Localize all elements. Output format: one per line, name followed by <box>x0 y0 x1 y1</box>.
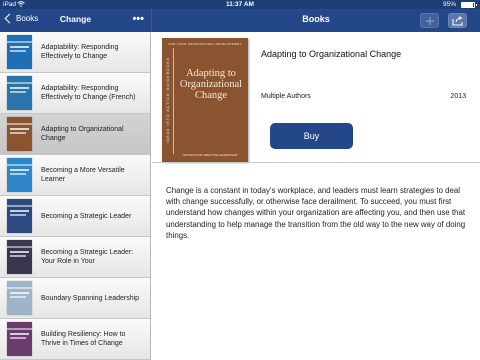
book-author: Multiple Authors <box>261 93 311 100</box>
list-item[interactable]: Building Resiliency: How to Thrive in Ti… <box>0 319 150 360</box>
list-item[interactable]: Boundary Spanning Leadership <box>0 278 150 319</box>
book-thumbnail <box>7 76 32 110</box>
battery-percent: 95% <box>442 1 456 8</box>
book-detail: FOR YOUR PROFESSIONAL DEVELOPMENT IDEAS … <box>152 32 480 360</box>
list-item[interactable]: Becoming a More Versatile Learner <box>0 155 150 196</box>
list-item-label: Adapting to Organizational Change <box>41 126 124 142</box>
cover-subtitle: CENTER FOR CREATIVE LEADERSHIP <box>182 153 238 157</box>
book-title: Adapting to Organizational Change <box>261 49 402 59</box>
list-item-label: Adaptability: Responding Effectively to … <box>41 85 136 101</box>
book-thumbnail <box>7 240 32 274</box>
detail-nav-bar: Books <box>151 9 480 32</box>
book-list: Adaptability: Responding Effectively to … <box>0 32 151 360</box>
list-item-label: Becoming a More Versatile Learner <box>41 167 125 183</box>
list-item-label: Becoming a Strategic Leader: Your Role i… <box>41 249 134 265</box>
list-item-label: Building Resiliency: How to Thrive in Ti… <box>41 331 126 347</box>
cover-title: Adapting to Organizational Change <box>179 68 243 101</box>
list-item-selected[interactable]: Adapting to Organizational Change <box>0 114 150 155</box>
list-item-label: Adaptability: Responding Effectively to … <box>41 44 119 60</box>
book-thumbnail <box>7 117 32 151</box>
book-thumbnail <box>7 281 32 315</box>
list-item[interactable]: Adaptability: Responding Effectively to … <box>0 73 150 114</box>
book-thumbnail <box>7 199 32 233</box>
status-bar: iPad 11:37 AM 95% <box>0 0 480 9</box>
list-item-label: Becoming a Strategic Leader <box>41 212 132 220</box>
book-year: 2013 <box>450 93 466 100</box>
list-title: Change <box>59 14 92 24</box>
share-button[interactable] <box>448 13 467 28</box>
buy-button[interactable]: Buy <box>270 123 353 149</box>
add-button[interactable] <box>420 13 439 28</box>
clock: 11:37 AM <box>226 1 254 8</box>
more-button[interactable]: ••• <box>132 13 144 25</box>
list-item[interactable]: Becoming a Strategic Leader: Your Role i… <box>0 237 150 278</box>
list-nav-bar: Books Change ••• <box>0 9 151 32</box>
list-item[interactable]: Adaptability: Responding Effectively to … <box>0 32 150 73</box>
book-thumbnail <box>7 35 32 69</box>
battery-icon <box>461 2 477 8</box>
list-item-label: Boundary Spanning Leadership <box>41 294 140 302</box>
divider <box>152 162 480 163</box>
plus-icon <box>426 17 434 25</box>
cover-top-line: FOR YOUR PROFESSIONAL DEVELOPMENT <box>168 42 242 46</box>
book-thumbnail <box>7 158 32 192</box>
book-description: Change is a constant in today's workplac… <box>166 186 466 240</box>
cover-spine-text: IDEAS INTO ACTION GUIDEBOOKS <box>166 56 170 144</box>
book-cover: FOR YOUR PROFESSIONAL DEVELOPMENT IDEAS … <box>162 38 248 162</box>
list-item[interactable]: Becoming a Strategic Leader <box>0 196 150 237</box>
book-thumbnail <box>7 322 32 356</box>
share-icon <box>452 16 463 26</box>
